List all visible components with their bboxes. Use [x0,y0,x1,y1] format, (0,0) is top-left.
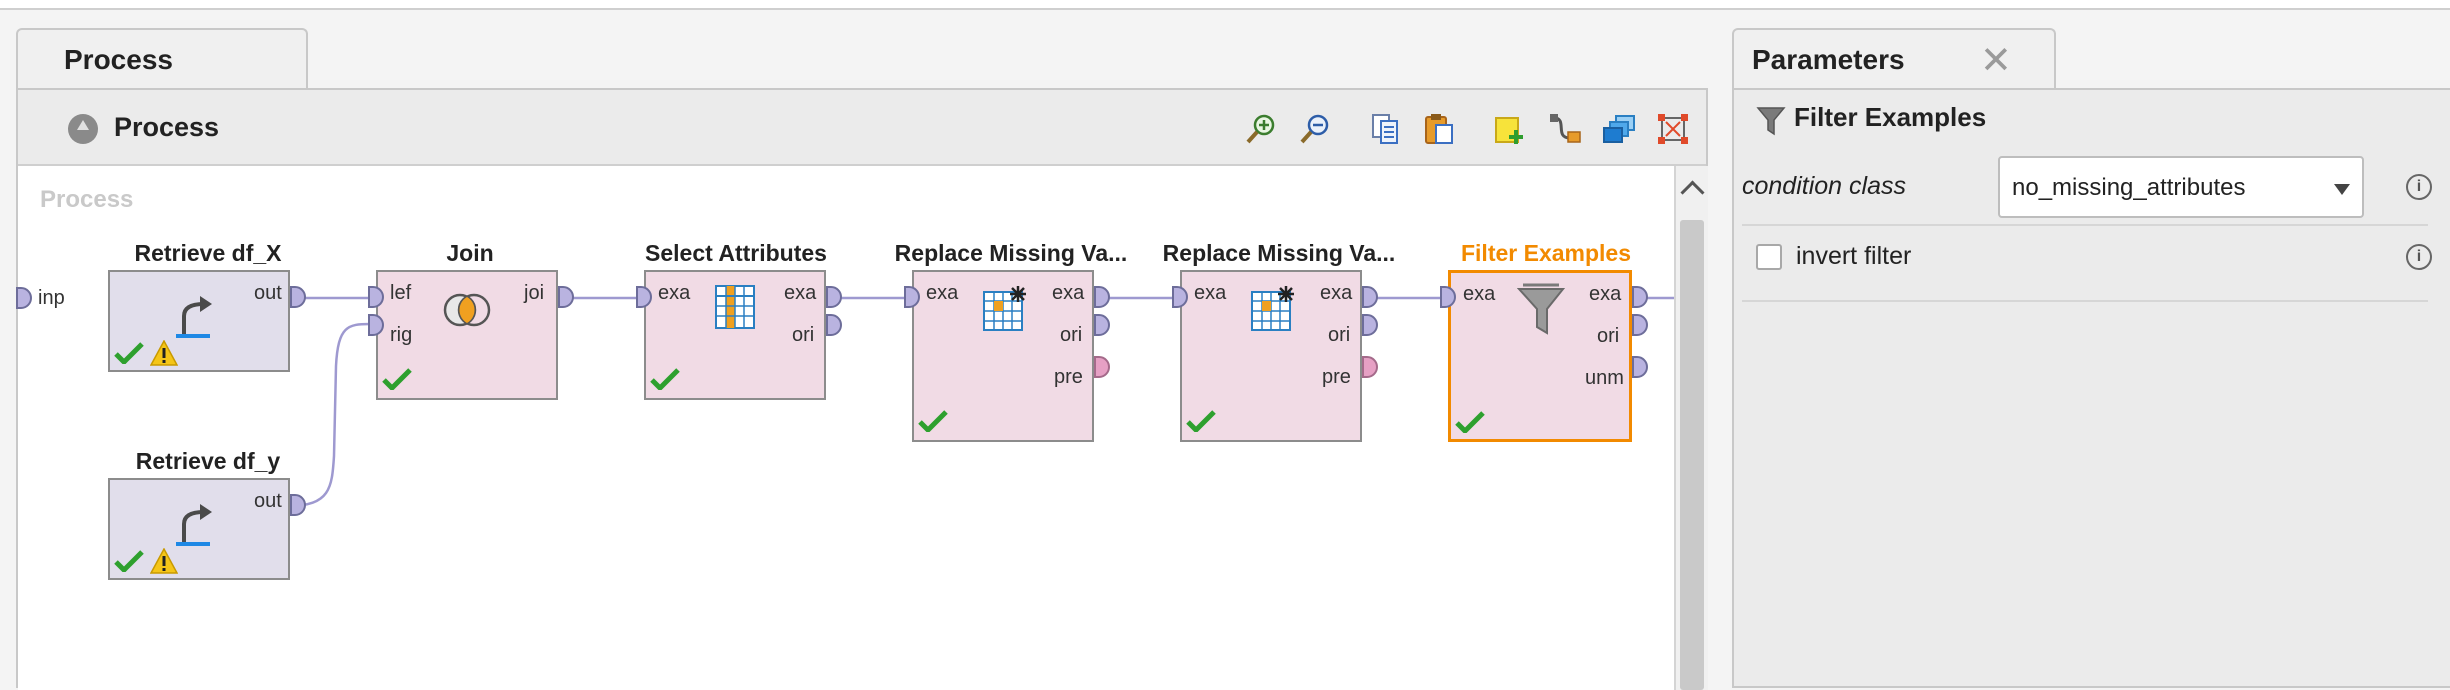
replace-missing-icon [1251,286,1294,331]
operator-title-retrieve-df-x[interactable]: Retrieve df_X [108,240,308,267]
process-canvas[interactable]: Process inp Retrieve df_X out Retrieve d… [16,166,1674,690]
canvas-vertical-scrollbar[interactable] [1674,166,1708,690]
port-label-ori: ori [792,324,815,346]
replace-missing-icon [983,286,1026,331]
operator-replace-missing-values-1[interactable]: exa exa ori pre [912,270,1094,442]
operator-join[interactable]: lef rig joi [376,270,558,400]
port-label-unm: unm [1585,367,1624,389]
param-label-condition-class: condition class [1742,172,1906,200]
port-label-joi: joi [524,282,545,304]
operator-title-join[interactable]: Join [378,240,562,267]
close-icon[interactable]: ✕ [1980,38,2012,83]
fit-icon[interactable] [1656,112,1690,146]
invert-filter-checkbox[interactable] [1756,244,1782,270]
port-label-exa: exa [1320,282,1353,304]
info-icon[interactable]: i [2406,244,2432,270]
scroll-up-icon[interactable] [1680,180,1705,205]
operator-title-select-attributes[interactable]: Select Attributes [636,240,836,267]
parameters-panel: Filter Examples condition class no_missi… [1732,88,2450,688]
process-input-port-label: inp [38,287,65,309]
warning-icon [150,548,178,574]
operator-select-attributes[interactable]: exa exa ori [644,270,826,400]
port-label-pre: pre [1054,366,1083,388]
status-ok-icon [1186,410,1216,432]
auto-wire-icon[interactable] [1548,112,1582,146]
parent-process-icon[interactable] [68,114,98,144]
operator-filter-examples[interactable]: exa exa ori unm [1448,270,1632,442]
warning-icon [150,340,178,366]
status-ok-icon [114,550,144,572]
param-label-invert-filter[interactable]: invert filter [1796,242,1911,271]
info-icon[interactable]: i [2406,174,2432,200]
port-label-exa: exa [1052,282,1085,304]
tab-parameters[interactable]: Parameters ✕ [1732,28,2056,90]
status-ok-icon [382,368,412,390]
join-icon [443,293,491,327]
operator-retrieve-df-x[interactable]: out [108,270,290,372]
status-ok-icon [650,368,680,390]
port-label-out: out [254,490,282,512]
condition-class-select[interactable]: no_missing_attributes [1998,156,2364,218]
retrieve-icon [176,296,212,338]
tab-process[interactable]: Process [16,28,308,90]
add-note-icon[interactable] [1492,112,1526,146]
parameters-operator-name: Filter Examples [1794,102,1987,132]
port-label-out: out [254,282,282,304]
port-label-exa: exa [784,282,817,304]
port-label-pre: pre [1322,366,1351,388]
operator-title-replace-missing-values-2[interactable]: Replace Missing Va... [1154,240,1404,267]
copy-icon[interactable] [1368,112,1402,146]
process-toolbar: Process [18,90,1706,166]
breadcrumb[interactable]: Process [114,112,219,143]
status-ok-icon [1455,411,1485,433]
param-row-condition-class: condition class no_missing_attributes i [1742,150,2432,226]
filter-icon [1517,283,1565,335]
operator-title-retrieve-df-y[interactable]: Retrieve df_y [108,448,308,475]
tab-parameters-label: Parameters [1752,44,1905,75]
port-label-exa: exa [1463,283,1496,305]
port-label-exa: exa [926,282,959,304]
port-label-ori: ori [1597,325,1620,347]
status-ok-icon [114,342,144,364]
zoom-out-icon[interactable] [1298,112,1332,146]
chevron-down-icon [2334,184,2350,195]
select-attributes-icon [715,285,755,329]
port-label-lef: lef [390,282,412,304]
retrieve-icon [176,504,212,546]
port-label-exa: exa [1194,282,1227,304]
scrollbar-thumb[interactable] [1680,220,1704,690]
status-ok-icon [918,410,948,432]
port-label-ori: ori [1328,324,1351,346]
paste-icon[interactable] [1422,112,1456,146]
param-row-invert-filter: invert filter i [1742,226,2432,302]
operator-title-filter-examples[interactable]: Filter Examples [1446,240,1646,267]
port-label-ori: ori [1060,324,1083,346]
operator-retrieve-df-y[interactable]: out [108,478,290,580]
port-label-exa: exa [658,282,691,304]
zoom-in-icon[interactable] [1244,112,1278,146]
port-label-exa: exa [1589,283,1622,305]
operator-replace-missing-values-2[interactable]: exa exa ori pre [1180,270,1362,442]
operator-title-replace-missing-values-1[interactable]: Replace Missing Va... [886,240,1136,267]
process-panel: Process Process inp Retrieve df_X out Re… [16,88,1708,690]
tab-process-label: Process [64,44,173,75]
arrange-icon[interactable] [1602,112,1636,146]
window-top-bar [0,0,2450,10]
condition-class-value: no_missing_attributes [2012,174,2246,201]
filter-icon [1756,107,1786,136]
port-label-rig: rig [390,324,413,346]
